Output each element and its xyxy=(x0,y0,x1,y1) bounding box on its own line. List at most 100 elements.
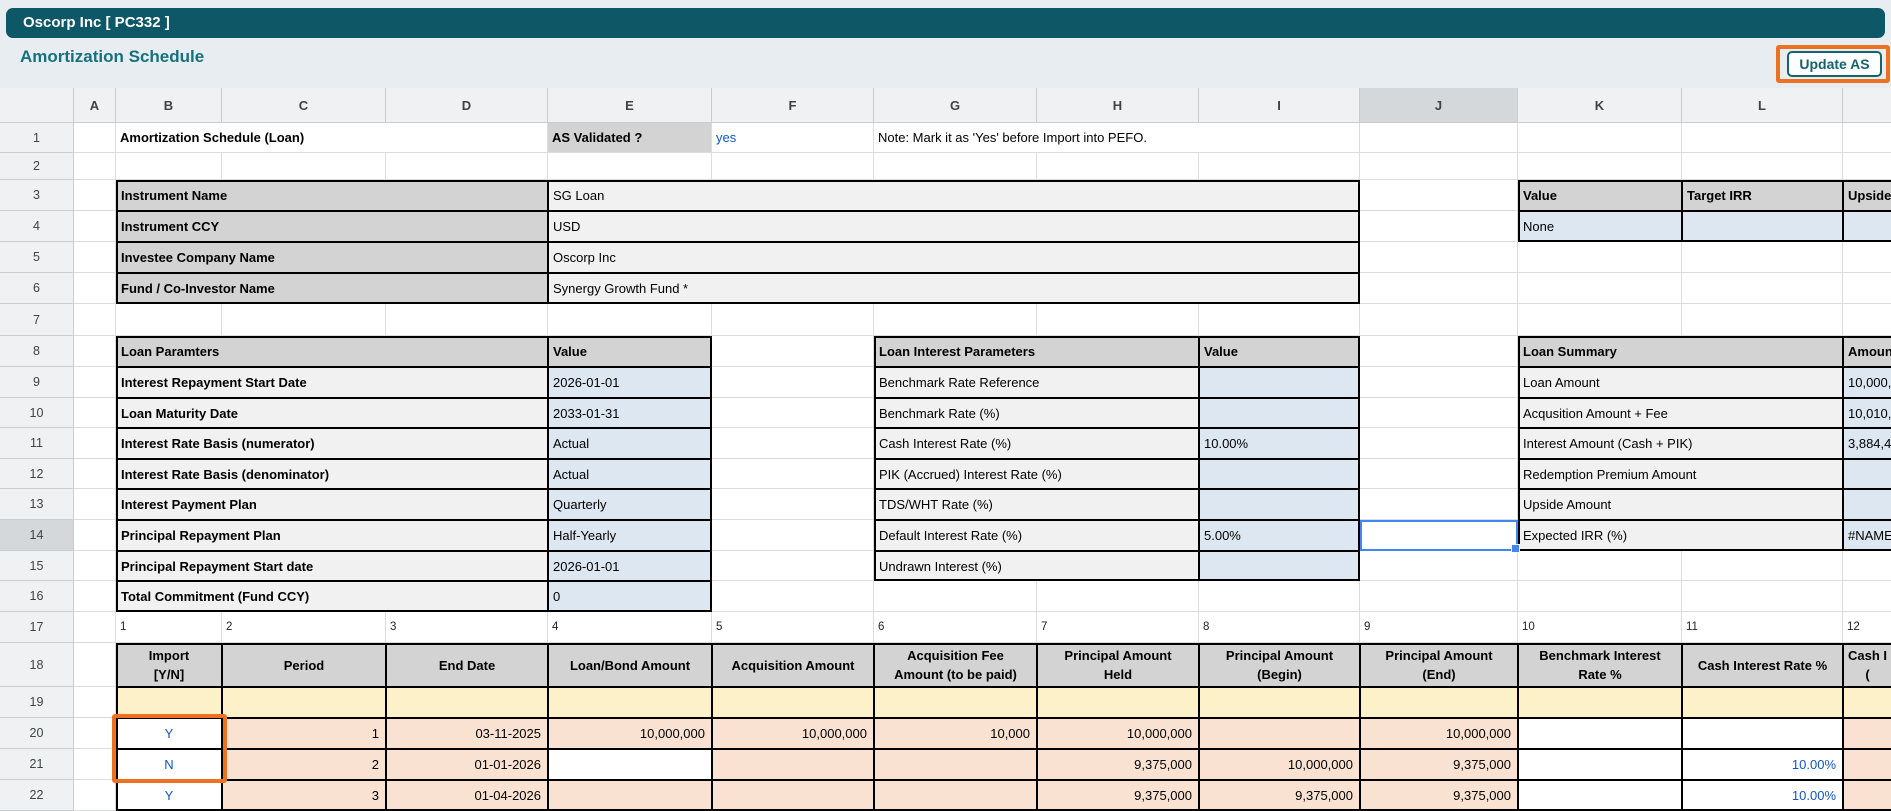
cell-K22-benchmark_rate[interactable] xyxy=(1518,780,1682,811)
cell-C7[interactable] xyxy=(222,304,386,336)
cell-F14[interactable] xyxy=(712,520,874,551)
cell-I7[interactable] xyxy=(1199,304,1360,336)
cell-G11-label[interactable]: Cash Interest Rate (%) xyxy=(874,428,1199,459)
cell-M20-cash_interest_amount[interactable] xyxy=(1843,718,1891,749)
cell-A6[interactable] xyxy=(74,273,116,304)
cell-M6[interactable] xyxy=(1843,273,1891,304)
cell-B20-import[interactable]: Y xyxy=(116,718,222,749)
cell-E9-value[interactable]: 2026-01-01 xyxy=(548,367,712,398)
cell-L17-col-number[interactable]: 11 xyxy=(1682,612,1843,643)
column-header-B[interactable]: B xyxy=(116,88,222,123)
cell-F16[interactable] xyxy=(712,581,874,612)
cell-B5-label[interactable]: Investee Company Name xyxy=(116,242,548,273)
cell-J2[interactable] xyxy=(1360,153,1518,180)
cell-K21-benchmark_rate[interactable] xyxy=(1518,749,1682,780)
cell-K7[interactable] xyxy=(1518,304,1682,336)
cell-K2[interactable] xyxy=(1518,153,1682,180)
cell-A1[interactable] xyxy=(74,123,116,153)
cell-E15-value[interactable]: 2026-01-01 xyxy=(548,551,712,581)
row-header-18[interactable]: 18 xyxy=(0,643,74,687)
cell-E7[interactable] xyxy=(548,304,712,336)
cell-J21-principal_end[interactable]: 9,375,000 xyxy=(1360,749,1518,780)
cell-E1-as-validated-label[interactable]: AS Validated ? xyxy=(548,123,712,153)
cell-C2[interactable] xyxy=(222,153,386,180)
cell-A18[interactable] xyxy=(74,643,116,687)
cell-K3-header[interactable]: Value xyxy=(1518,180,1682,211)
column-header-M[interactable] xyxy=(1843,88,1891,123)
column-header-I[interactable]: I xyxy=(1199,88,1360,123)
cell-B8-loan-parameters-title[interactable]: Loan Paramters xyxy=(116,336,548,367)
cell-L19[interactable] xyxy=(1682,687,1843,718)
cell-F1-as-validated-value[interactable]: yes xyxy=(712,123,874,153)
cell-E22-loan_bond_amount[interactable] xyxy=(548,780,712,811)
cell-E18-schedule-header[interactable]: Loan/Bond Amount xyxy=(548,643,712,687)
cell-E19[interactable] xyxy=(548,687,712,718)
cell-G21-acquisition_fee[interactable] xyxy=(874,749,1037,780)
cell-B3-label[interactable]: Instrument Name xyxy=(116,180,548,211)
cell-L16[interactable] xyxy=(1682,581,1843,612)
cell-E21-loan_bond_amount[interactable] xyxy=(548,749,712,780)
cell-L18-schedule-header[interactable]: Cash Interest Rate % xyxy=(1682,643,1843,687)
cell-C21-period[interactable]: 2 xyxy=(222,749,386,780)
cell-B10-label[interactable]: Loan Maturity Date xyxy=(116,398,548,428)
cell-F12[interactable] xyxy=(712,459,874,489)
cell-J15[interactable] xyxy=(1360,551,1518,581)
column-header-L[interactable]: L xyxy=(1682,88,1843,123)
column-header-G[interactable]: G xyxy=(874,88,1037,123)
cell-D2[interactable] xyxy=(386,153,548,180)
cell-J5[interactable] xyxy=(1360,242,1518,273)
cell-I22-principal_begin[interactable]: 9,375,000 xyxy=(1199,780,1360,811)
cell-A4[interactable] xyxy=(74,211,116,242)
cell-F7[interactable] xyxy=(712,304,874,336)
cell-G18-schedule-header[interactable]: Acquisition Fee Amount (to be paid) xyxy=(874,643,1037,687)
cell-E16-value[interactable]: 0 xyxy=(548,581,712,612)
cell-H18-schedule-header[interactable]: Principal Amount Held xyxy=(1037,643,1199,687)
cell-C19[interactable] xyxy=(222,687,386,718)
cell-M9-value[interactable]: 10,000,000 xyxy=(1843,367,1891,398)
fill-handle[interactable] xyxy=(1511,544,1520,553)
cell-C22-period[interactable]: 3 xyxy=(222,780,386,811)
cell-E12-value[interactable]: Actual xyxy=(548,459,712,489)
cell-I21-principal_begin[interactable]: 10,000,000 xyxy=(1199,749,1360,780)
cell-F15[interactable] xyxy=(712,551,874,581)
cell-G20-acquisition_fee[interactable]: 10,000 xyxy=(874,718,1037,749)
cell-K19[interactable] xyxy=(1518,687,1682,718)
cell-L22-cash_interest_rate[interactable]: 10.00% xyxy=(1682,780,1843,811)
cell-J22-principal_end[interactable]: 9,375,000 xyxy=(1360,780,1518,811)
row-header-20[interactable]: 20 xyxy=(0,718,74,749)
row-header-7[interactable]: 7 xyxy=(0,304,74,336)
cell-F10[interactable] xyxy=(712,398,874,428)
cell-E11-value[interactable]: Actual xyxy=(548,428,712,459)
cell-E8-value-header[interactable]: Value xyxy=(548,336,712,367)
cell-K1[interactable] xyxy=(1518,123,1682,153)
cell-K12-label[interactable]: Redemption Premium Amount xyxy=(1518,459,1843,489)
cell-K20-benchmark_rate[interactable] xyxy=(1518,718,1682,749)
column-header-F[interactable]: F xyxy=(712,88,874,123)
row-header-5[interactable]: 5 xyxy=(0,242,74,273)
row-header-13[interactable]: 13 xyxy=(0,489,74,520)
cell-B2[interactable] xyxy=(116,153,222,180)
cell-M2[interactable] xyxy=(1843,153,1891,180)
cell-I19[interactable] xyxy=(1199,687,1360,718)
cell-B15-label[interactable]: Principal Repayment Start date xyxy=(116,551,548,581)
cell-G10-label[interactable]: Benchmark Rate (%) xyxy=(874,398,1199,428)
cell-I14-value[interactable]: 5.00% xyxy=(1199,520,1360,551)
cell-I20-principal_begin[interactable] xyxy=(1199,718,1360,749)
row-header-17[interactable]: 17 xyxy=(0,612,74,643)
cell-K4-value[interactable]: None xyxy=(1518,211,1682,242)
cell-E17-col-number[interactable]: 4 xyxy=(548,612,712,643)
cell-J3[interactable] xyxy=(1360,180,1518,211)
cell-L6[interactable] xyxy=(1682,273,1843,304)
cell-I2[interactable] xyxy=(1199,153,1360,180)
cell-E10-value[interactable]: 2033-01-31 xyxy=(548,398,712,428)
cell-G8-loan-interest-title[interactable]: Loan Interest Parameters xyxy=(874,336,1199,367)
row-header-10[interactable]: 10 xyxy=(0,398,74,428)
cell-J8[interactable] xyxy=(1360,336,1518,367)
cell-A13[interactable] xyxy=(74,489,116,520)
cell-J10[interactable] xyxy=(1360,398,1518,428)
cell-K18-schedule-header[interactable]: Benchmark Interest Rate % xyxy=(1518,643,1682,687)
cell-A17[interactable] xyxy=(74,612,116,643)
select-all-corner[interactable] xyxy=(0,88,74,123)
cell-A9[interactable] xyxy=(74,367,116,398)
cell-F22-acquisition_amount[interactable] xyxy=(712,780,874,811)
